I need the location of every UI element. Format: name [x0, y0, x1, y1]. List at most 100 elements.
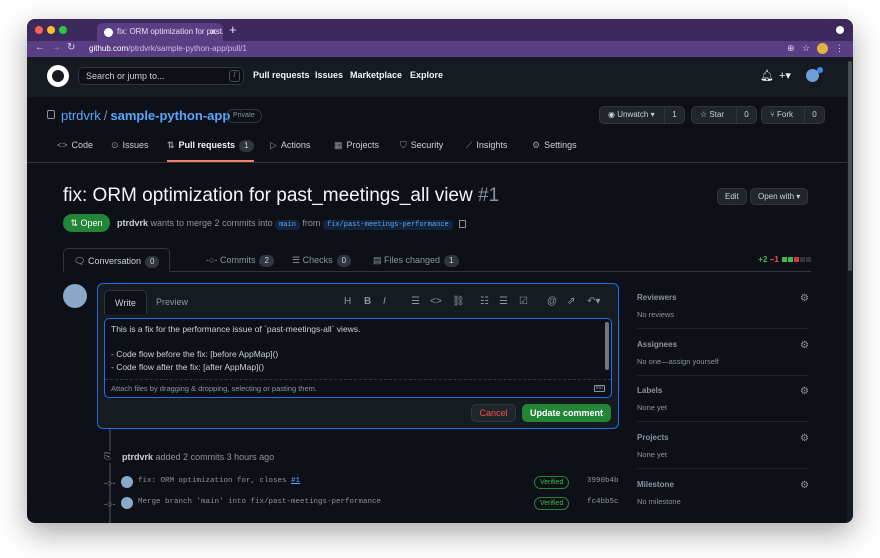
repo-name-link[interactable]: sample-python-app	[110, 108, 230, 123]
tab-projects[interactable]: ▦ Projects	[334, 140, 379, 162]
github-logo-icon[interactable]	[47, 65, 69, 87]
commit-author-avatar[interactable]	[121, 497, 133, 509]
verified-badge[interactable]: Verified	[534, 476, 570, 489]
cancel-button[interactable]: Cancel	[471, 404, 516, 422]
browser-tab[interactable]: fix: ORM optimization for past... ✕	[97, 23, 223, 41]
gear-icon[interactable]: ⚙	[800, 386, 809, 397]
italic-icon[interactable]: I	[383, 296, 386, 307]
address-bar[interactable]: github.com/ptrdvrk/sample-python-app/pul…	[89, 43, 789, 55]
attach-hint-text: Attach files by dragging & dropping, sel…	[111, 384, 317, 393]
author-avatar[interactable]	[63, 284, 87, 308]
assign-yourself-link[interactable]: No one—assign yourself	[637, 357, 809, 366]
zoom-icon[interactable]: ⊕	[787, 43, 795, 54]
heading-icon[interactable]: H	[344, 296, 351, 307]
verified-badge[interactable]: Verified	[534, 497, 570, 510]
notifications-bell-icon[interactable]: 🔔︎	[760, 69, 774, 82]
nav-issues[interactable]: Issues	[315, 70, 343, 80]
update-comment-button[interactable]: Update comment	[522, 404, 611, 422]
commit-issue-link[interactable]: #1	[291, 477, 300, 485]
new-tab-icon[interactable]: +	[229, 22, 237, 37]
url-path: /ptrdvrk/sample-python-app/pull/1	[128, 44, 247, 53]
timeline-author-link[interactable]: ptrdvrk	[122, 452, 153, 462]
tab-pull-requests[interactable]: ⇅ Pull requests 1	[167, 140, 254, 162]
bullet-list-icon[interactable]: ☷	[480, 296, 489, 307]
gear-icon[interactable]: ⚙	[800, 293, 809, 304]
tab-code[interactable]: <> Code	[57, 140, 93, 162]
sidebar-value: None yet	[637, 450, 668, 459]
fork-count: 0	[804, 107, 824, 123]
open-with-button[interactable]: Open with ▾	[750, 188, 809, 205]
commit-message[interactable]: Merge branch 'main' into fix/past-meetin…	[138, 498, 381, 506]
profile-icon[interactable]	[817, 43, 828, 54]
tab-commits-label: Commits	[219, 255, 256, 265]
nav-explore[interactable]: Explore	[410, 70, 443, 80]
reload-icon[interactable]: ↻	[67, 42, 75, 53]
edit-title-button[interactable]: Edit	[717, 188, 747, 205]
commit-icon: -○-	[104, 499, 116, 509]
tab-settings[interactable]: ⚙ Settings	[532, 140, 577, 162]
close-tab-icon[interactable]: ✕	[209, 23, 217, 41]
sidebar-label: Labels	[637, 386, 663, 395]
tab-checks[interactable]: ☰ Checks 0	[282, 248, 361, 272]
pr-title-text: fix: ORM optimization for past_meetings_…	[63, 185, 473, 206]
unwatch-label: Unwatch	[617, 110, 649, 119]
tab-commits[interactable]: -○- Commits 2	[196, 248, 284, 272]
reply-icon[interactable]: ↶▾	[587, 296, 600, 307]
commit-sha[interactable]: 3990b4b	[587, 477, 619, 485]
nav-pull-requests[interactable]: Pull requests	[253, 70, 310, 80]
tab-actions[interactable]: ▷ Actions	[270, 140, 310, 162]
tab-insights[interactable]: ⟋ Insights	[466, 140, 507, 162]
nav-marketplace[interactable]: Marketplace	[350, 70, 402, 80]
copy-icon[interactable]	[459, 219, 467, 228]
base-branch[interactable]: main	[275, 220, 300, 230]
task-list-icon[interactable]: ☑	[519, 296, 528, 307]
numbered-list-icon[interactable]: ☰	[499, 296, 508, 307]
gear-icon[interactable]: ⚙	[800, 433, 809, 444]
tab-files-changed[interactable]: ▤ Files changed 1	[363, 248, 469, 272]
gear-icon[interactable]: ⚙	[800, 340, 809, 351]
commit-author-avatar[interactable]	[121, 476, 133, 488]
tab-security[interactable]: ⛉ Security	[400, 140, 443, 162]
cross-reference-icon[interactable]: ⇗	[567, 296, 575, 307]
markdown-icon: MD	[594, 385, 605, 392]
back-arrow-icon[interactable]: ←	[35, 42, 45, 53]
page-scrollbar-thumb[interactable]	[848, 61, 852, 271]
gear-icon[interactable]: ⚙	[800, 480, 809, 491]
tab-issues[interactable]: ⊙ Issues	[111, 140, 149, 162]
close-window-icon[interactable]	[35, 26, 43, 34]
link-icon[interactable]: ⛓	[452, 296, 465, 307]
star-button[interactable]: ☆ Star 0	[691, 106, 757, 124]
commit-message[interactable]: fix: ORM optimization for, closes #1	[138, 477, 300, 485]
pull-request-icon: ⇅	[167, 140, 175, 150]
page-scrollbar[interactable]	[847, 57, 853, 523]
comment-textarea[interactable]: This is a fix for the performance issue …	[104, 318, 612, 398]
write-tab[interactable]: Write	[104, 290, 147, 314]
diffstat-block-deleted	[794, 257, 799, 263]
comment-icon: 🗨︎	[74, 256, 86, 266]
commit-row: -○- fix: ORM optimization for, closes #1…	[104, 476, 624, 490]
create-new-plus-icon[interactable]: +▾	[779, 69, 791, 82]
repo-owner-link[interactable]: ptrdvrk	[61, 108, 101, 123]
quote-icon[interactable]: ☰	[411, 296, 420, 307]
comment-editor: Write Preview H B I ☰ <> ⛓ ☷ ☰ ☑ @ ⇗ ↶▾ …	[97, 283, 619, 429]
pr-author-link[interactable]: ptrdvrk	[117, 218, 148, 228]
preview-tab[interactable]: Preview	[146, 290, 198, 314]
bold-icon[interactable]: B	[364, 296, 371, 307]
search-input[interactable]: Search or jump to... /	[78, 67, 244, 85]
forward-arrow-icon[interactable]: →	[51, 42, 61, 53]
head-branch[interactable]: fix/past-meetings-performance	[322, 220, 453, 230]
mention-icon[interactable]: @	[547, 296, 557, 307]
browser-menu-icon[interactable]: ⋮	[835, 43, 844, 54]
commit-sha[interactable]: fc4bb5c	[587, 498, 619, 506]
fork-button[interactable]: ⑂ Fork 0	[761, 106, 825, 124]
maximize-window-icon[interactable]	[59, 26, 67, 34]
timeline-time[interactable]: 3 hours ago	[227, 452, 275, 462]
attach-files-hint[interactable]: Attach files by dragging & dropping, sel…	[105, 379, 611, 397]
commit-row: -○- Merge branch 'main' into fix/past-me…	[104, 497, 624, 511]
bookmark-star-icon[interactable]: ☆	[802, 43, 810, 54]
textarea-scrollbar[interactable]	[605, 322, 609, 370]
tab-conversation[interactable]: 🗨︎ Conversation 0	[63, 248, 171, 272]
minimize-window-icon[interactable]	[47, 26, 55, 34]
unwatch-button[interactable]: ◉ Unwatch ▾ 1	[599, 106, 685, 124]
code-icon[interactable]: <>	[430, 296, 442, 307]
